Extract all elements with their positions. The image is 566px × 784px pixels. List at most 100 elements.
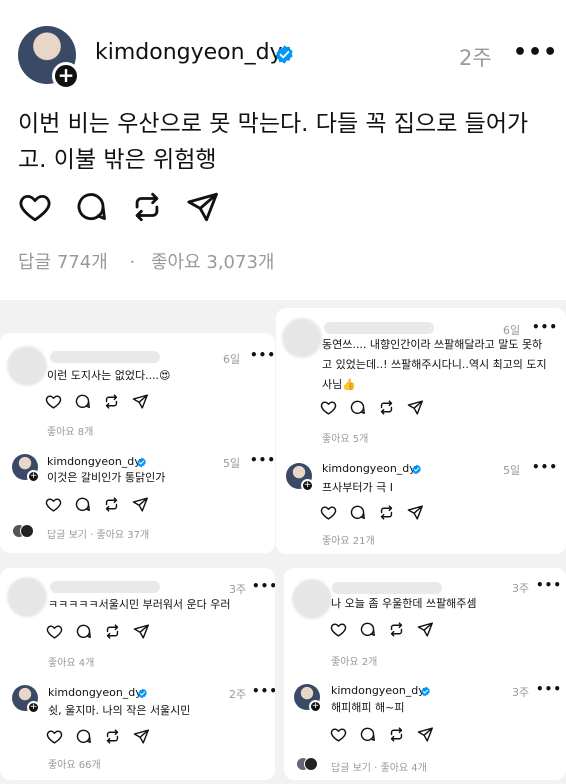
reply-likes[interactable]: 좋아요 21개 (322, 532, 375, 547)
replier-avatar (20, 524, 34, 538)
follow-plus-icon[interactable]: + (27, 701, 40, 714)
comment-icon[interactable] (349, 399, 366, 416)
more-options-icon[interactable]: ••• (532, 320, 558, 334)
commenter-avatar[interactable] (282, 318, 322, 358)
like-icon[interactable] (45, 496, 62, 513)
post-actions (18, 190, 220, 224)
repost-icon[interactable] (388, 726, 405, 743)
comment-icon[interactable] (74, 496, 91, 513)
reply-actions (330, 726, 434, 743)
comment-likes[interactable]: 좋아요 5개 (322, 430, 368, 445)
share-icon[interactable] (132, 393, 149, 410)
share-icon[interactable] (186, 190, 220, 224)
comment-icon[interactable] (359, 621, 376, 638)
comment-icon[interactable] (74, 393, 91, 410)
comment-actions (320, 399, 424, 416)
reply-username[interactable]: kimdongyeon_dy (331, 684, 425, 697)
comment-icon[interactable] (75, 623, 92, 640)
share-icon[interactable] (417, 621, 434, 638)
repost-icon[interactable] (130, 190, 164, 224)
repost-icon[interactable] (104, 623, 121, 640)
post-text: 이번 비는 우산으로 못 막는다. 다들 꼭 집으로 들어가고. 이불 밖은 위… (18, 111, 529, 173)
comment-card: 3주 ••• ㅋㅋㅋㅋㅋ서울시민 부러워서 운다 우러 좋아요 4개 + kim… (0, 568, 275, 780)
comment-text: 나 오늘 좀 우울한데 쓰팔해주셈 (331, 597, 477, 610)
comment-time: 6일 (223, 353, 241, 366)
view-replies-link[interactable]: 답글 보기 · 좋아요 4개 (331, 759, 427, 774)
follow-plus-icon[interactable]: + (301, 479, 314, 492)
reply-actions (45, 496, 149, 513)
main-post: + kimdongyeon_dy 2주 ••• 이번 비는 우산으로 못 막는다… (0, 0, 566, 300)
replier-avatar (304, 757, 318, 771)
follow-plus-icon[interactable]: + (27, 470, 40, 483)
comment-icon[interactable] (349, 504, 366, 521)
like-icon[interactable] (46, 623, 63, 640)
reply-username[interactable]: kimdongyeon_dy (47, 455, 141, 468)
repost-icon[interactable] (378, 504, 395, 521)
verified-icon (420, 686, 431, 697)
share-icon[interactable] (407, 504, 424, 521)
reply-text: 프사부터가 극 I (322, 481, 393, 494)
comment-likes[interactable]: 좋아요 8개 (47, 423, 93, 438)
comment-likes[interactable]: 좋아요 4개 (48, 654, 94, 669)
repost-icon[interactable] (103, 393, 120, 410)
like-icon[interactable] (18, 190, 52, 224)
reply-likes[interactable]: 좋아요 66개 (48, 756, 101, 771)
commenter-name-blurred (332, 582, 442, 594)
comment-icon[interactable] (75, 728, 92, 745)
reply-time: 2주 (229, 688, 247, 701)
reply-text: 쉿, 울지마. 나의 작은 서울시민 (48, 704, 191, 717)
follow-plus-icon[interactable]: + (52, 62, 80, 90)
follow-plus-icon[interactable]: + (309, 700, 322, 713)
more-options-icon[interactable]: ••• (252, 684, 275, 698)
commenter-name-blurred (324, 322, 434, 334)
repost-icon[interactable] (388, 621, 405, 638)
like-icon[interactable] (320, 399, 337, 416)
more-options-icon[interactable]: ••• (532, 460, 558, 474)
commenter-avatar[interactable] (292, 579, 332, 619)
repost-icon[interactable] (104, 728, 121, 745)
like-icon[interactable] (45, 393, 62, 410)
share-icon[interactable] (133, 623, 150, 640)
comment-icon[interactable] (74, 190, 108, 224)
repost-icon[interactable] (378, 399, 395, 416)
comment-card: 6일 ••• 이런 도지사는 없었다....😍 좋아요 8개 + kimdong… (0, 333, 275, 553)
comment-card: 6일 ••• 동연쓰.... 내향인간이라 쓰팔해달라고 말도 못하고 있었는데… (276, 308, 566, 554)
comment-text: 이런 도지사는 없었다....😍 (47, 369, 171, 382)
comment-likes[interactable]: 좋아요 2개 (331, 653, 377, 668)
commenter-avatar[interactable] (7, 346, 47, 386)
reply-username[interactable]: kimdongyeon_dy (48, 686, 142, 699)
like-icon[interactable] (320, 504, 337, 521)
commenter-name-blurred (50, 581, 160, 593)
replies-count[interactable]: 답글 774개 (18, 252, 108, 273)
likes-count[interactable]: 좋아요 3,073개 (151, 252, 275, 273)
share-icon[interactable] (132, 496, 149, 513)
share-icon[interactable] (133, 728, 150, 745)
reply-time: 5일 (503, 464, 521, 477)
reply-username[interactable]: kimdongyeon_dy (322, 462, 416, 475)
separator-dot: · (129, 252, 136, 273)
share-icon[interactable] (407, 399, 424, 416)
reply-actions (320, 504, 424, 521)
reply-time: 5일 (223, 457, 241, 470)
share-icon[interactable] (417, 726, 434, 743)
verified-icon (411, 464, 422, 475)
more-options-icon[interactable]: ••• (250, 348, 275, 362)
repost-icon[interactable] (103, 496, 120, 513)
more-options-icon[interactable]: ••• (252, 579, 275, 593)
more-options-icon[interactable]: ••• (513, 40, 558, 65)
like-icon[interactable] (46, 728, 63, 745)
reply-actions (46, 728, 150, 745)
commenter-avatar[interactable] (7, 577, 47, 617)
more-options-icon[interactable]: ••• (536, 682, 562, 696)
more-options-icon[interactable]: ••• (536, 578, 562, 592)
view-replies-link[interactable]: 답글 보기 · 좋아요 37개 (47, 526, 149, 541)
comment-icon[interactable] (359, 726, 376, 743)
post-stats: 답글 774개 · 좋아요 3,073개 (18, 248, 280, 274)
post-username[interactable]: kimdongyeon_dy (95, 40, 283, 65)
verified-icon (137, 688, 148, 699)
verified-icon (274, 44, 295, 65)
comment-text: 동연쓰.... 내향인간이라 쓰팔해달라고 말도 못하고 있었는데..! 쓰팔해… (322, 338, 547, 391)
more-options-icon[interactable]: ••• (250, 453, 275, 467)
like-icon[interactable] (330, 621, 347, 638)
like-icon[interactable] (330, 726, 347, 743)
